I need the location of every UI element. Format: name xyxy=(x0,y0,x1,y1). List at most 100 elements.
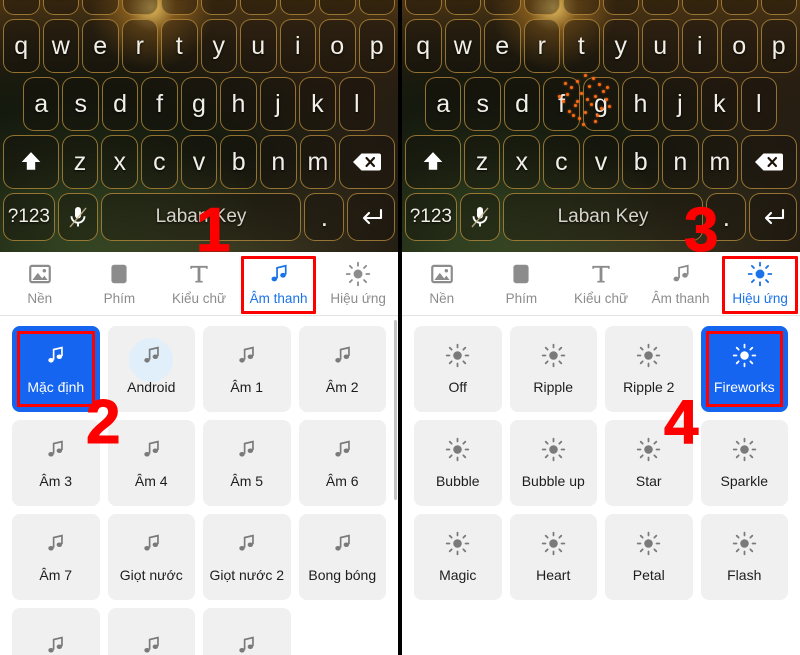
grid-tile[interactable] xyxy=(203,608,291,655)
key-b[interactable]: b xyxy=(622,135,659,189)
key-m[interactable]: m xyxy=(299,135,337,189)
grid-tile[interactable]: Off xyxy=(414,326,502,412)
key-j[interactable]: j xyxy=(259,77,297,131)
key-o[interactable]: o xyxy=(721,19,758,73)
key-q[interactable]: q xyxy=(3,19,40,73)
symbols-key[interactable]: ?123 xyxy=(405,193,457,241)
tab-image[interactable]: Nền xyxy=(0,255,80,313)
key-y[interactable]: y xyxy=(200,19,237,73)
key-y[interactable]: y xyxy=(602,19,639,73)
tab-brightness-sun[interactable]: Hiệu ứng xyxy=(318,255,398,313)
key-x[interactable]: x xyxy=(503,135,541,189)
grid-tile[interactable]: Ripple xyxy=(509,326,597,412)
key-l[interactable]: l xyxy=(740,77,777,131)
key-z[interactable]: z xyxy=(61,135,99,189)
key-v[interactable]: v xyxy=(180,135,218,189)
key-f[interactable]: f xyxy=(543,77,580,131)
key-6[interactable]: 6 xyxy=(602,0,639,15)
key-5[interactable]: 5 xyxy=(161,0,198,15)
key-d[interactable]: d xyxy=(503,77,541,131)
key-e[interactable]: e xyxy=(82,19,119,73)
key-x[interactable]: x xyxy=(101,135,139,189)
grid-tile[interactable]: Âm 2 xyxy=(298,326,386,412)
grid-tile[interactable]: Âm 5 xyxy=(203,420,291,506)
key-2[interactable]: 2 xyxy=(42,0,79,15)
key-2[interactable]: 2 xyxy=(444,0,481,15)
key-k[interactable]: k xyxy=(701,77,738,131)
grid-tile[interactable]: Heart xyxy=(509,514,597,600)
grid-tile[interactable]: Giọt nước xyxy=(107,514,195,600)
backspace-key[interactable] xyxy=(339,135,396,189)
enter-key[interactable] xyxy=(347,193,395,241)
tab-image[interactable]: Nền xyxy=(402,255,482,313)
key-t[interactable]: t xyxy=(563,19,600,73)
tab-brightness-sun[interactable]: Hiệu ứng xyxy=(720,255,800,314)
mic-key[interactable] xyxy=(57,193,98,241)
key-j[interactable]: j xyxy=(661,77,699,131)
key-p[interactable]: p xyxy=(760,19,797,73)
space-key[interactable]: Laban Key xyxy=(502,193,704,241)
key-b[interactable]: b xyxy=(220,135,257,189)
key-h[interactable]: h xyxy=(622,77,659,131)
grid-tile[interactable]: Âm 4 xyxy=(107,420,195,506)
mic-key[interactable] xyxy=(459,193,500,241)
key-e[interactable]: e xyxy=(484,19,521,73)
key-n[interactable]: n xyxy=(661,135,699,189)
grid-tile[interactable]: Bubble up xyxy=(509,420,597,506)
tab-key-square[interactable]: Phím xyxy=(482,255,562,313)
enter-key[interactable] xyxy=(749,193,797,241)
key-3[interactable]: 3 xyxy=(82,0,119,15)
key-p[interactable]: p xyxy=(358,19,395,73)
key-1[interactable]: 1 xyxy=(3,0,40,15)
key-4[interactable]: 4 xyxy=(523,0,560,15)
key-8[interactable]: 8 xyxy=(279,0,316,15)
grid-tile[interactable]: Petal xyxy=(605,514,693,600)
key-r[interactable]: r xyxy=(121,19,158,73)
grid-tile[interactable]: Âm 7 xyxy=(12,514,100,600)
grid-tile[interactable]: Fireworks xyxy=(700,326,788,412)
key-h[interactable]: h xyxy=(220,77,257,131)
key-a[interactable]: a xyxy=(23,77,60,131)
symbols-key[interactable]: ?123 xyxy=(3,193,55,241)
key-3[interactable]: 3 xyxy=(484,0,521,15)
grid-tile[interactable]: Android xyxy=(107,326,195,412)
key-i[interactable]: i xyxy=(681,19,718,73)
key-9[interactable]: 9 xyxy=(319,0,356,15)
tab-key-square[interactable]: Phím xyxy=(80,255,160,313)
key-n[interactable]: n xyxy=(259,135,297,189)
shift-key[interactable] xyxy=(404,135,461,189)
grid-tile[interactable]: Giọt nước 2 xyxy=(203,514,291,600)
key-c[interactable]: c xyxy=(543,135,580,189)
key-u[interactable]: u xyxy=(240,19,277,73)
tab-text-t[interactable]: Kiểu chữ xyxy=(561,255,641,313)
key-k[interactable]: k xyxy=(299,77,336,131)
key-f[interactable]: f xyxy=(141,77,178,131)
key-s[interactable]: s xyxy=(464,77,501,131)
grid-tile[interactable]: Sparkle xyxy=(700,420,788,506)
key-l[interactable]: l xyxy=(338,77,375,131)
grid-tile[interactable]: Âm 1 xyxy=(203,326,291,412)
backspace-key[interactable] xyxy=(741,135,798,189)
key-g[interactable]: g xyxy=(180,77,218,131)
key-q[interactable]: q xyxy=(405,19,442,73)
key-8[interactable]: 8 xyxy=(681,0,718,15)
key-6[interactable]: 6 xyxy=(200,0,237,15)
key-w[interactable]: w xyxy=(42,19,79,73)
key-0[interactable]: 0 xyxy=(358,0,395,15)
key-w[interactable]: w xyxy=(444,19,481,73)
key-9[interactable]: 9 xyxy=(721,0,758,15)
grid-tile[interactable]: Bubble xyxy=(414,420,502,506)
key-u[interactable]: u xyxy=(642,19,679,73)
tab-music-note[interactable]: Âm thanh xyxy=(239,255,319,314)
period-key[interactable]: . xyxy=(304,193,345,241)
key-0[interactable]: 0 xyxy=(760,0,797,15)
key-a[interactable]: a xyxy=(425,77,462,131)
key-g[interactable]: g xyxy=(582,77,620,131)
key-c[interactable]: c xyxy=(141,135,178,189)
key-s[interactable]: s xyxy=(62,77,99,131)
grid-tile[interactable]: Bong bóng xyxy=(298,514,386,600)
grid-tile[interactable]: Flash xyxy=(700,514,788,600)
key-d[interactable]: d xyxy=(101,77,139,131)
key-v[interactable]: v xyxy=(582,135,620,189)
grid-tile[interactable] xyxy=(107,608,195,655)
